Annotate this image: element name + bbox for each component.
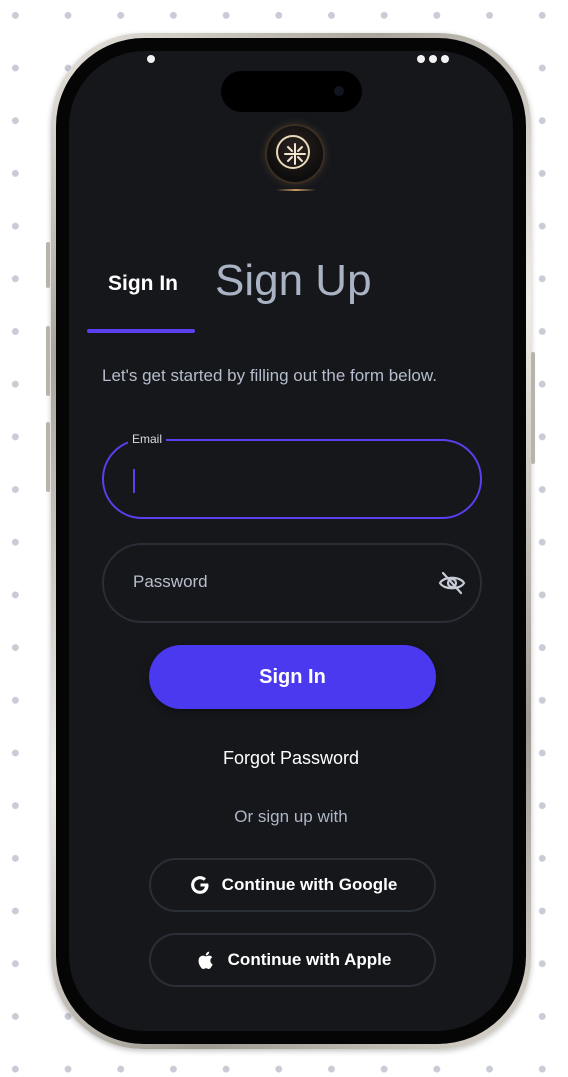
google-sign-in-button[interactable]: Continue with Google — [149, 858, 436, 912]
google-g-icon — [190, 876, 209, 894]
forgot-password-link[interactable]: Forgot Password — [69, 748, 513, 769]
status-dot — [441, 55, 449, 63]
or-sign-up-text: Or sign up with — [234, 807, 348, 826]
status-dot — [429, 55, 437, 63]
apple-button-label: Continue with Apple — [227, 950, 392, 969]
tab-sign-up[interactable]: Sign Up — [215, 256, 372, 306]
volume-up-button — [46, 326, 50, 396]
eye-slash-icon[interactable] — [438, 571, 466, 595]
status-indicator-left — [147, 55, 155, 63]
logo-underline — [276, 189, 316, 191]
tab-sign-in[interactable]: Sign In — [108, 272, 178, 296]
form-subtitle: Let's get started by filling out the for… — [102, 366, 437, 385]
dynamic-island — [221, 71, 362, 112]
password-placeholder: Password — [133, 572, 208, 591]
camera-icon — [334, 86, 344, 96]
password-field[interactable]: Password — [102, 543, 482, 623]
volume-down-button — [46, 422, 50, 492]
status-bar — [69, 51, 513, 73]
status-indicators-right — [417, 55, 449, 63]
google-button-label: Continue with Google — [221, 875, 398, 894]
power-button — [531, 352, 535, 464]
app-screen: Sign In Sign Up Let's get started by fil… — [69, 51, 513, 1031]
active-tab-indicator — [87, 329, 195, 333]
email-label: Email — [128, 432, 167, 446]
email-field[interactable]: Email — [102, 432, 482, 519]
apple-logo-icon — [198, 951, 213, 970]
status-dot — [417, 55, 425, 63]
phone-frame: Sign In Sign Up Let's get started by fil… — [51, 33, 531, 1049]
apple-sign-in-button[interactable]: Continue with Apple — [149, 933, 436, 987]
text-caret — [133, 469, 135, 493]
sign-in-button[interactable]: Sign In — [149, 645, 436, 709]
app-logo — [267, 126, 323, 182]
action-button — [46, 242, 50, 288]
phone-bezel: Sign In Sign Up Let's get started by fil… — [56, 38, 526, 1044]
logo-mark-icon — [284, 143, 306, 165]
